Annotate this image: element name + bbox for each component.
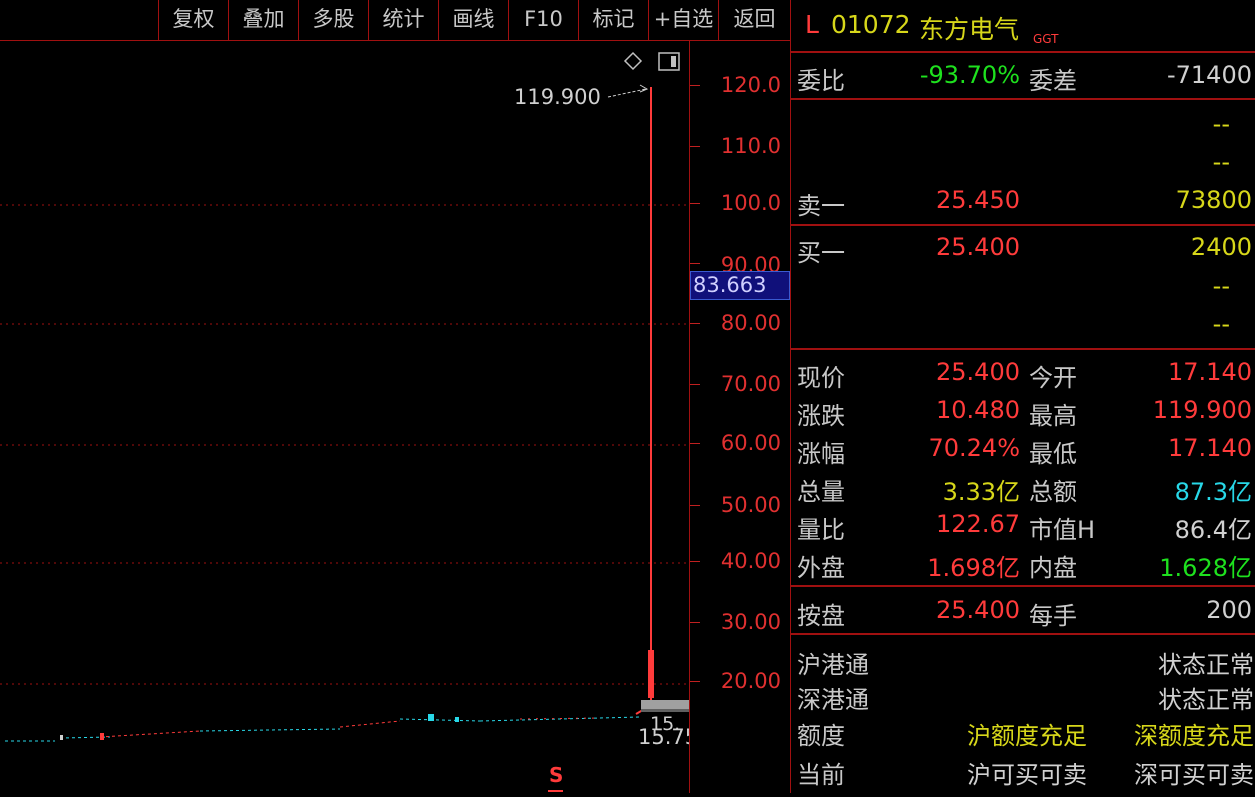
hu-connect-label: 沪港通	[797, 651, 869, 679]
quote-value-change: 10.480	[936, 396, 1020, 424]
ask1-volume: 73800	[1175, 186, 1252, 214]
y-tick-label: 110.0	[720, 134, 781, 158]
fuquan-button[interactable]: 复权	[158, 0, 228, 40]
overlay-button[interactable]: 叠加	[228, 0, 298, 40]
add-watchlist-button[interactable]: +自选	[648, 0, 718, 40]
mark-button[interactable]: 标记	[578, 0, 648, 40]
quote-label: 内盘	[1029, 554, 1077, 582]
quote-value-price: 25.400	[936, 358, 1020, 386]
shen-connect-label: 深港通	[797, 686, 869, 714]
quote-label: 涨幅	[797, 440, 845, 468]
quote-label: 量比	[797, 516, 845, 544]
current-label: 当前	[797, 761, 845, 789]
last-candle-gray-2	[641, 709, 689, 712]
statistics-button[interactable]: 统计	[368, 0, 438, 40]
kline-chart[interactable]: 119.900 15. 15.75 S	[0, 41, 689, 793]
bid-empty: --	[1212, 310, 1230, 338]
y-tick-label: 70.00	[720, 372, 781, 396]
bid1-volume: 2400	[1190, 233, 1252, 261]
s-marker[interactable]: S	[549, 763, 563, 787]
quote-value-volratio: 122.67	[936, 510, 1020, 538]
stock-tag: GGT	[1033, 32, 1059, 46]
mei-shou-value: 200	[1206, 596, 1252, 624]
current-hu: 沪可买可卖	[967, 761, 1087, 789]
high-price-label: 119.900	[514, 85, 601, 109]
quote-value-pct: 70.24%	[928, 434, 1020, 462]
shen-connect-status: 状态正常	[1158, 686, 1254, 714]
candle-series	[5, 714, 641, 742]
quote-value-high: 119.900	[1152, 396, 1252, 424]
current-shen: 深可买可卖	[1134, 761, 1254, 789]
stock-code: 01072	[831, 10, 911, 39]
quote-value-low: 17.140	[1168, 434, 1252, 462]
ask-empty: --	[1212, 148, 1230, 176]
y-tick-label: 80.00	[720, 311, 781, 335]
y-tick-label: 60.00	[720, 431, 781, 455]
bid1-price[interactable]: 25.400	[936, 233, 1020, 261]
wei-cha-label: 委差	[1029, 67, 1077, 95]
kline-svg	[0, 51, 689, 792]
chart-toolbar: 复权 叠加 多股 统计 画线 F10 标记 +自选 返回	[0, 0, 790, 41]
quote-value-outer: 1.698亿	[927, 554, 1020, 582]
diamond-icon	[623, 51, 643, 71]
current-price-box: 83.663	[690, 271, 790, 300]
wei-cha-value: -71400	[1166, 61, 1252, 89]
quote-label: 市值H	[1029, 516, 1096, 544]
ask1-label: 卖一	[797, 192, 845, 220]
multi-stock-button[interactable]: 多股	[298, 0, 368, 40]
mei-shou-label: 每手	[1029, 602, 1077, 630]
bid1-label: 买一	[797, 239, 845, 267]
ask-empty: --	[1212, 110, 1230, 138]
quote-label: 现价	[797, 364, 845, 392]
y-tick-label: 120.0	[720, 73, 781, 97]
stock-name: 东方电气	[919, 15, 1020, 44]
y-tick-label: 30.00	[720, 610, 781, 634]
ask1-price[interactable]: 25.450	[936, 186, 1020, 214]
quote-label: 今开	[1029, 364, 1077, 392]
stock-prefix: L	[805, 10, 819, 39]
bid-empty: --	[1212, 272, 1230, 300]
quote-value-open: 17.140	[1168, 358, 1252, 386]
quote-label: 涨跌	[797, 402, 845, 430]
quote-value-volume: 3.33亿	[942, 478, 1020, 506]
quota-hu: 沪额度充足	[967, 722, 1087, 750]
hu-connect-status: 状态正常	[1158, 651, 1254, 679]
back-button[interactable]: 返回	[718, 0, 790, 40]
quote-label: 最低	[1029, 440, 1077, 468]
wei-bi-value: -93.70%	[919, 61, 1020, 89]
quota-shen: 深额度充足	[1134, 722, 1254, 750]
f10-button[interactable]: F10	[508, 0, 578, 40]
quote-value-mktcap: 86.4亿	[1174, 516, 1252, 544]
y-tick-label: 100.0	[720, 191, 781, 215]
quote-value-inner: 1.628亿	[1159, 554, 1252, 582]
quote-label: 总量	[797, 478, 845, 506]
quote-label: 总额	[1029, 478, 1077, 506]
spike-body	[648, 650, 654, 698]
quote-label: 最高	[1029, 402, 1077, 430]
y-tick-label: 40.00	[720, 549, 781, 573]
y-tick-label: 20.00	[720, 669, 781, 693]
low-price-label-2: 15.75	[638, 725, 689, 749]
an-pan-label: 按盘	[797, 602, 845, 630]
an-pan-value: 25.400	[936, 596, 1020, 624]
y-tick-label: 50.00	[720, 493, 781, 517]
quote-label: 外盘	[797, 554, 845, 582]
quote-panel: L 01072 东方电气 GGT 委比 -93.70% 委差 -71400 --…	[790, 0, 1255, 793]
draw-line-button[interactable]: 画线	[438, 0, 508, 40]
last-candle-gray	[641, 700, 689, 709]
wei-bi-label: 委比	[797, 67, 845, 95]
quota-label: 额度	[797, 722, 845, 750]
quote-value-amount: 87.3亿	[1174, 478, 1252, 506]
high-arrow	[607, 88, 647, 98]
price-axis: 120.0 110.0 100.0 90.00 80.00 70.00 60.0…	[689, 41, 791, 793]
